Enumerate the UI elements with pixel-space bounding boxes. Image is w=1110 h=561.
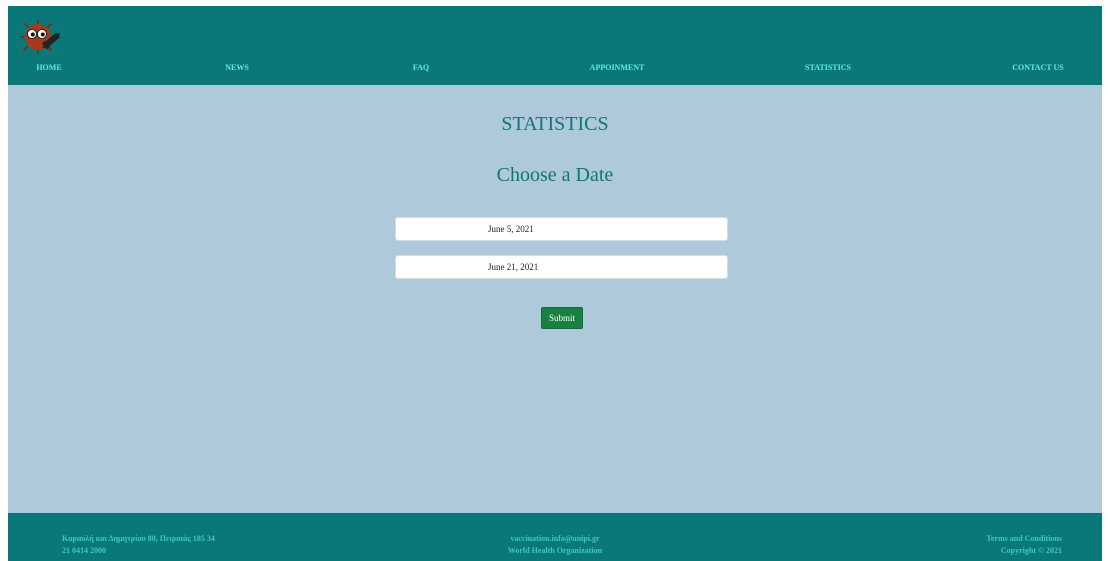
nav-statistics[interactable]: STATISTICS: [805, 61, 851, 75]
page-frame: HOME NEWS FAQ APPOINMENT STATISTICS CONT…: [8, 6, 1102, 561]
footer-copyright: Copyright © 2021: [1000, 546, 1062, 555]
end-date-input[interactable]: [395, 255, 728, 279]
nav-news[interactable]: NEWS: [225, 61, 249, 75]
footer-organization: World Health Organization: [507, 546, 603, 555]
site-footer: Καραολή και Δημητρίου 80, Πειραιάς 185 3…: [8, 513, 1102, 561]
nav-faq[interactable]: FAQ: [413, 61, 429, 75]
submit-button[interactable]: Submit: [541, 307, 583, 329]
start-date-input[interactable]: [395, 217, 728, 241]
date-prompt: Choose a Date: [496, 164, 614, 186]
main-nav: HOME NEWS FAQ APPOINMENT STATISTICS CONT…: [8, 61, 1102, 75]
site-header: HOME NEWS FAQ APPOINMENT STATISTICS CONT…: [8, 6, 1102, 85]
nav-contact-us[interactable]: CONTACT US: [1012, 61, 1064, 75]
footer-terms-link[interactable]: Terms and Conditions: [986, 533, 1062, 545]
page-title: STATISTICS: [501, 113, 609, 135]
footer-email-link[interactable]: vaccination.info@unipi.gr: [8, 533, 1102, 545]
nav-home[interactable]: HOME: [36, 61, 61, 75]
virus-syringe-logo-icon[interactable]: [20, 20, 62, 54]
nav-appointment[interactable]: APPOINMENT: [590, 61, 645, 75]
